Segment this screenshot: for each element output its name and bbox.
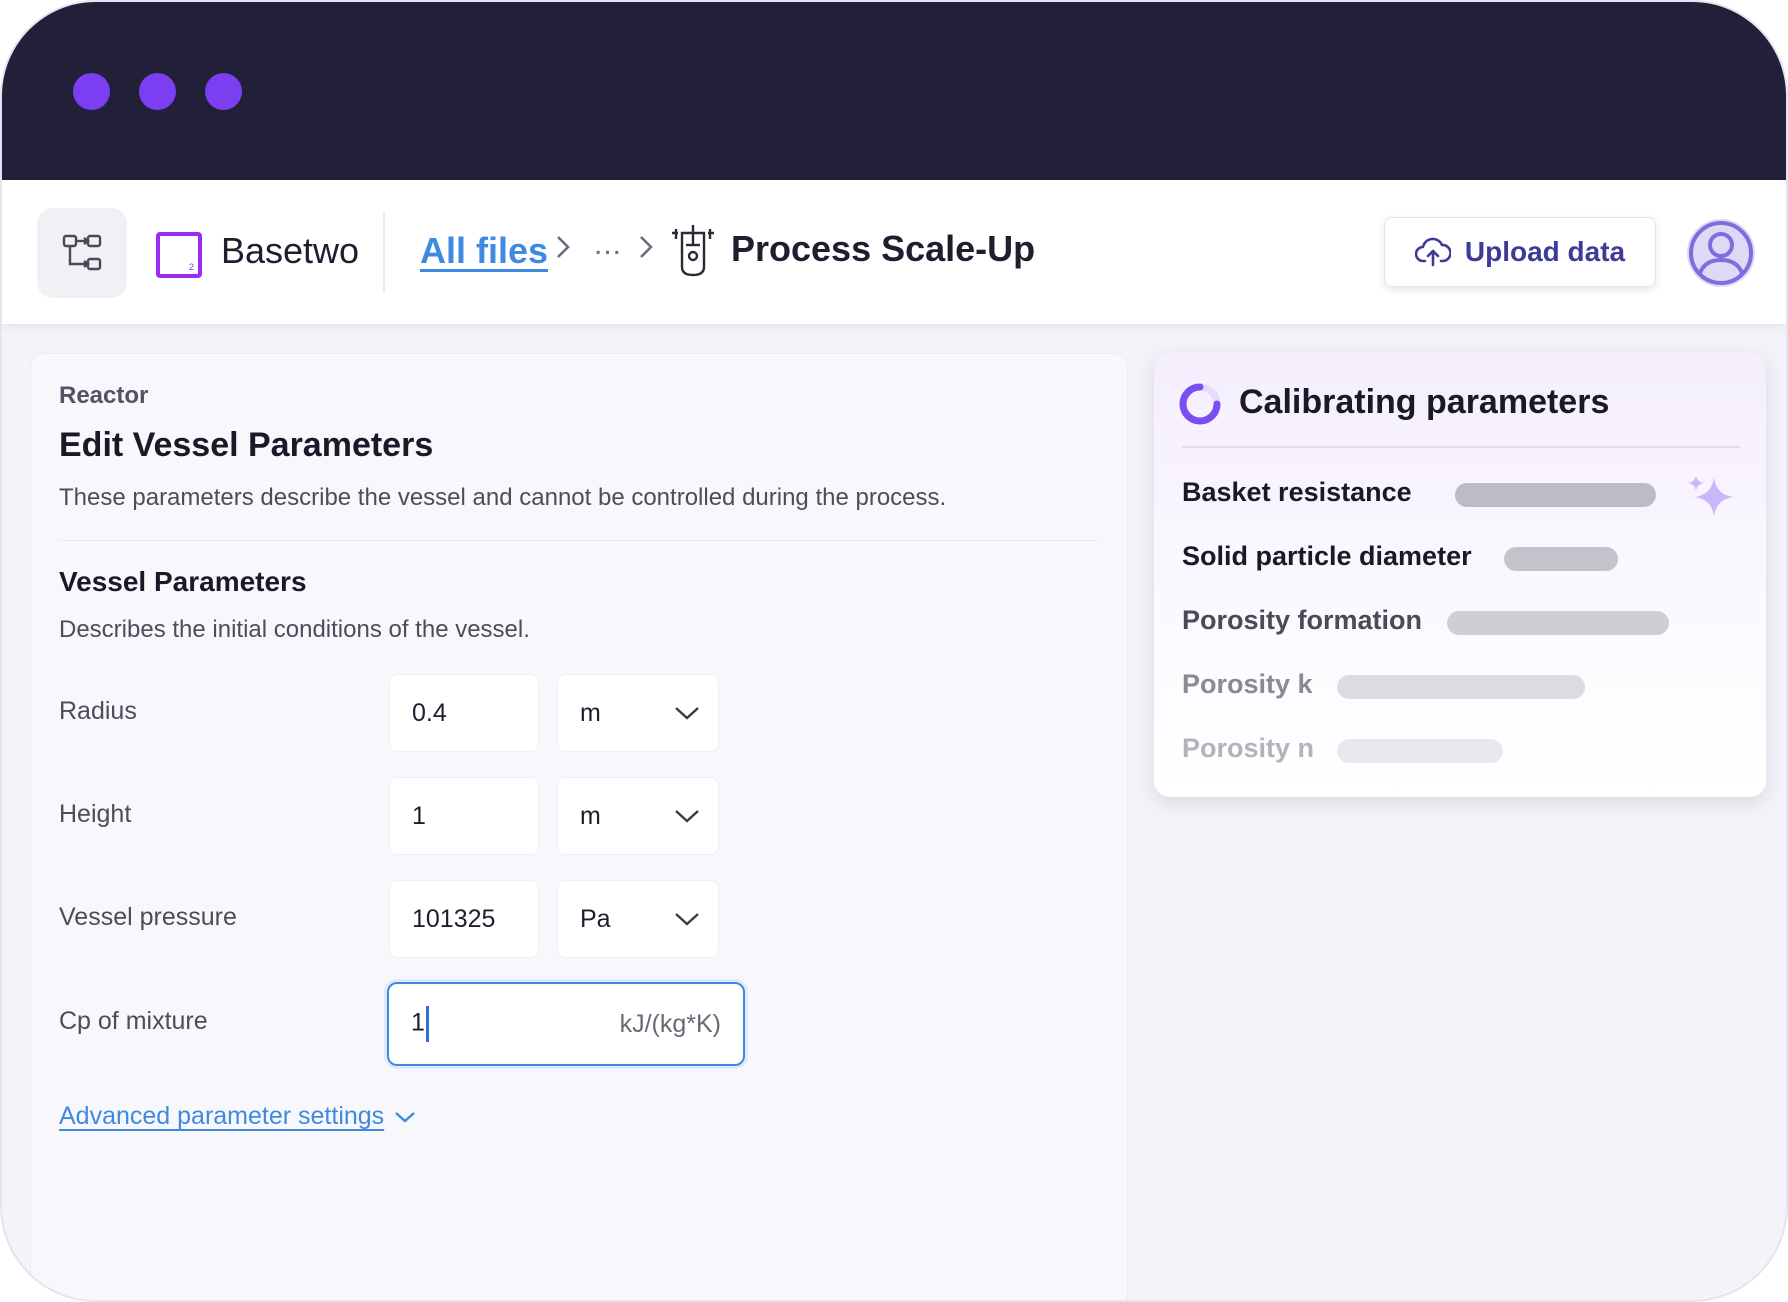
advanced-settings-label: Advanced parameter settings (59, 1102, 385, 1130)
height-input[interactable]: 1 (389, 777, 539, 855)
panel-eyebrow: Reactor (59, 382, 149, 409)
loading-bar (1504, 547, 1618, 571)
vessel-pressure-unit-value: Pa (580, 904, 611, 933)
workflow-menu-button[interactable] (37, 208, 127, 298)
user-avatar-icon[interactable] (1685, 217, 1757, 289)
vessel-parameters-panel: Reactor Edit Vessel Parameters These par… (30, 353, 1128, 1300)
cp-of-mixture-label: Cp of mixture (59, 1007, 208, 1035)
radius-value: 0.4 (412, 698, 447, 727)
window-minimize-dot[interactable] (139, 73, 176, 110)
chevron-right-icon (555, 234, 571, 268)
brand-logo-digit: 2 (188, 262, 194, 272)
upload-data-button[interactable]: Upload data (1384, 217, 1656, 287)
window-close-dot[interactable] (73, 73, 110, 110)
calibration-item-label: Solid particle diameter (1182, 541, 1472, 571)
calibration-item-label: Porosity n (1182, 733, 1315, 763)
section-description: Describes the initial conditions of the … (59, 616, 530, 643)
vessel-pressure-input[interactable]: 101325 (389, 880, 539, 958)
chevron-down-icon (395, 1111, 415, 1123)
cp-of-mixture-value: 1 (411, 1008, 425, 1037)
upload-cloud-icon (1414, 237, 1451, 267)
calibration-item-label: Porosity formation (1182, 605, 1423, 635)
brand-name: Basetwo (221, 230, 360, 271)
panel-description: These parameters describe the vessel and… (59, 484, 947, 511)
calibration-item-label: Porosity k (1182, 669, 1313, 699)
app-window: 2 Basetwo All files ... Process Scale-Up (0, 0, 1788, 1302)
text-caret (425, 1006, 429, 1042)
upload-data-label: Upload data (1464, 236, 1626, 267)
header-divider (383, 213, 385, 293)
advanced-settings-link[interactable]: Advanced parameter settings (59, 1102, 416, 1131)
sparkle-icon (1688, 475, 1734, 517)
height-unit-value: m (580, 801, 601, 830)
cp-of-mixture-input[interactable]: 1 kJ/(kg*K) (387, 982, 745, 1066)
radius-input[interactable]: 0.4 (389, 674, 539, 752)
loading-bar (1337, 739, 1503, 763)
vessel-pressure-label: Vessel pressure (59, 903, 237, 931)
panel-divider (59, 540, 1099, 541)
reactor-vessel-icon (672, 225, 714, 277)
brand-logo: 2 (156, 232, 202, 278)
height-value: 1 (412, 801, 426, 830)
radius-unit-value: m (580, 698, 601, 727)
calibration-divider (1182, 446, 1740, 448)
radius-label: Radius (59, 697, 137, 725)
app-header: 2 Basetwo All files ... Process Scale-Up (2, 180, 1786, 325)
cp-of-mixture-text: 1 (411, 1006, 429, 1042)
section-title: Vessel Parameters (59, 566, 307, 597)
workflow-icon (62, 234, 102, 271)
chevron-down-icon (675, 913, 699, 926)
calibration-title: Calibrating parameters (1239, 383, 1610, 421)
radius-unit-select[interactable]: m (557, 674, 719, 752)
window-maximize-dot[interactable] (205, 73, 242, 110)
panel-title: Edit Vessel Parameters (59, 426, 434, 464)
spinner-icon (1179, 383, 1221, 425)
loading-bar (1447, 611, 1669, 635)
calibration-card: Calibrating parameters Basket resistance… (1154, 353, 1766, 797)
cp-of-mixture-unit: kJ/(kg*K) (619, 1009, 721, 1038)
chevron-right-icon (638, 234, 654, 268)
height-label: Height (59, 800, 132, 828)
vessel-pressure-value: 101325 (412, 904, 496, 933)
breadcrumb-all-files[interactable]: All files (420, 230, 548, 272)
vessel-pressure-unit-select[interactable]: Pa (557, 880, 719, 958)
height-unit-select[interactable]: m (557, 777, 719, 855)
chevron-down-icon (675, 810, 699, 823)
loading-bar (1455, 483, 1656, 507)
breadcrumb-ellipsis[interactable]: ... (594, 228, 622, 262)
loading-bar (1337, 675, 1585, 699)
calibration-item-label: Basket resistance (1182, 477, 1412, 507)
chevron-down-icon (675, 707, 699, 720)
window-titlebar (2, 2, 1786, 180)
page-title: Process Scale-Up (731, 228, 1036, 269)
